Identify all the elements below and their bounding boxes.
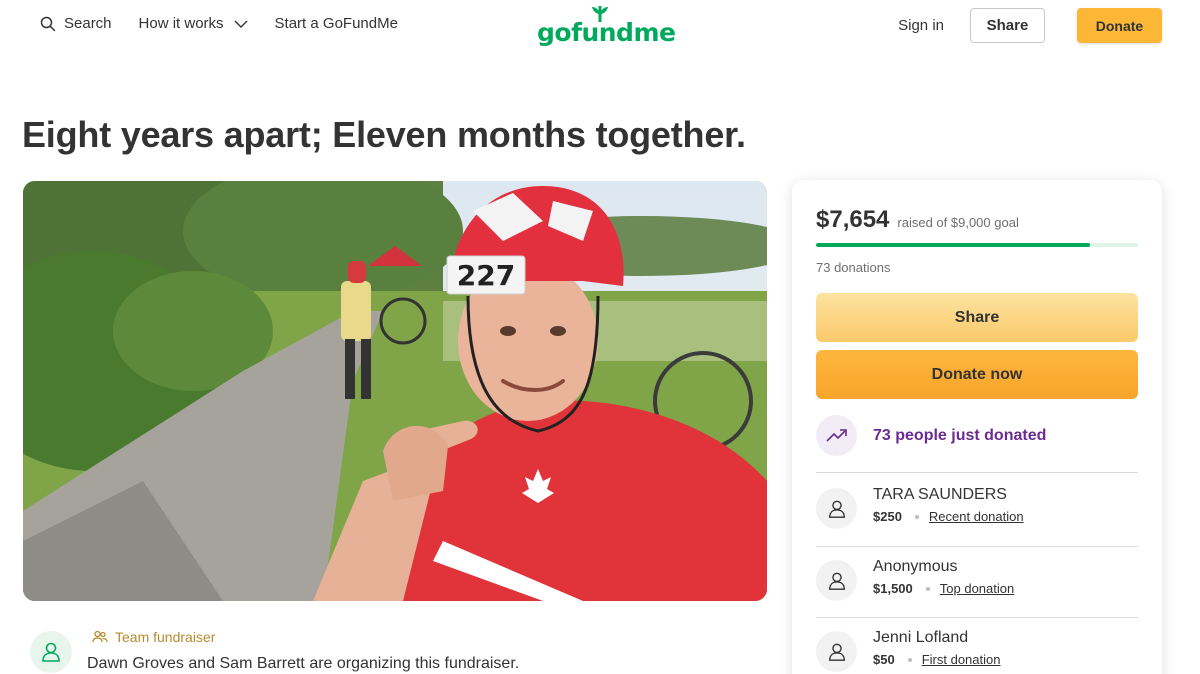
donor-avatar [816,631,857,672]
search-label: Search [64,15,112,32]
hero-photo: 227 [23,181,767,601]
team-icon [92,630,108,643]
donate-now-button[interactable]: Donate now [816,350,1138,399]
top-nav: Search How it works Start a GoFundMe gof… [0,0,1200,52]
divider [816,617,1138,618]
user-icon [828,643,845,661]
donate-button-header[interactable]: Donate [1077,8,1162,43]
team-fundraiser-badge: Team fundraiser [92,629,215,645]
divider [816,472,1138,473]
organizer-text: Dawn Groves and Sam Barrett are organizi… [87,655,520,672]
recent-donations-trend: 73 people just donated [816,415,1046,456]
donor-name: Anonymous [873,558,958,575]
how-it-works-label: How it works [138,15,224,32]
user-icon [828,572,845,590]
progress-bar [816,243,1138,247]
donor-name: Jenni Lofland [873,629,969,646]
progress-bar-fill [816,243,1090,247]
sign-in-link[interactable]: Sign in [898,17,944,34]
campaign-title: Eight years apart; Eleven months togethe… [22,114,746,155]
start-gofundme-link[interactable]: Start a GoFundMe [275,15,398,32]
donor-avatar [816,488,857,529]
nav-left: Search How it works Start a GoFundMe [40,15,398,32]
donation-card: $7,654 raised of $9,000 goal 73 donation… [792,180,1162,674]
gofundme-logo[interactable]: gofundme [537,6,676,48]
search-link[interactable]: Search [40,15,112,32]
donor-item: Jenni Lofland $50 First donation [816,627,1000,672]
donor-item: TARA SAUNDERS $250 Recent donation [816,484,1024,529]
donation-count: 73 donations [816,260,891,275]
raised-amount: $7,654 [816,206,890,233]
bib-number: 227 [457,259,515,292]
donor-item: Anonymous $1,500 Top donation [816,556,1014,601]
raised-summary: $7,654 raised of $9,000 goal [816,206,1019,234]
logo-text: gofundme [537,18,676,47]
chevron-down-icon [234,20,248,28]
share-button-header[interactable]: Share [970,8,1045,43]
user-icon [42,642,60,662]
donor-amount: $250 [873,509,902,524]
start-gofundme-label: Start a GoFundMe [274,15,398,32]
nav-right: Sign in Share Donate [898,8,1162,43]
divider [816,546,1138,547]
raised-goal: raised of $9,000 goal [897,215,1019,230]
donor-name: TARA SAUNDERS [873,486,1007,503]
separator-dot [907,657,912,662]
donor-amount: $1,500 [873,581,913,596]
how-it-works-menu[interactable]: How it works [139,15,248,32]
trending-up-icon [816,415,857,456]
share-button[interactable]: Share [816,293,1138,342]
campaign-hero-image[interactable]: 227 [23,181,767,601]
separator-dot [925,586,930,591]
donor-avatar [816,560,857,601]
organizer-avatar[interactable] [30,631,72,673]
separator-dot [914,514,919,519]
search-icon [40,16,56,31]
trend-text: 73 people just donated [873,426,1047,444]
donor-amount: $50 [873,652,895,667]
donation-tag-link[interactable]: Recent donation [929,509,1024,524]
donation-tag-link[interactable]: First donation [922,652,1001,667]
team-fundraiser-label: Team fundraiser [115,629,216,645]
donation-tag-link[interactable]: Top donation [940,581,1014,596]
user-icon [828,500,845,518]
